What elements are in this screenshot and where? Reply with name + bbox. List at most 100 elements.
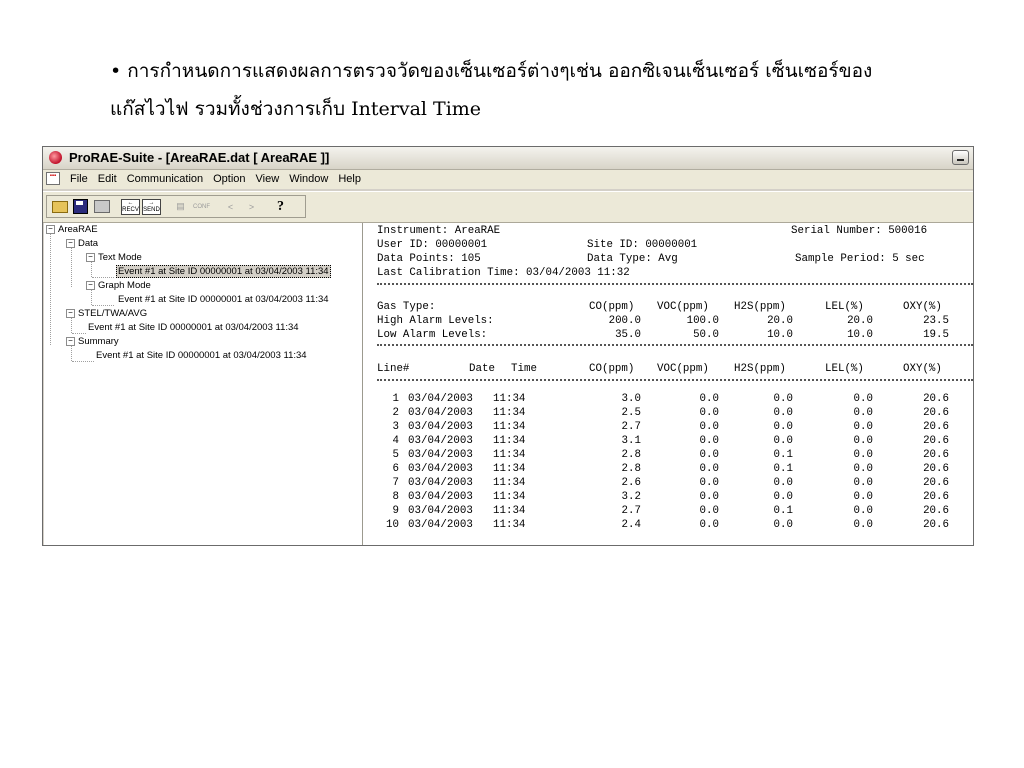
cell-lel: 0.0 — [853, 449, 873, 461]
cell-h2s: 0.0 — [773, 519, 793, 531]
cell-h2s: 0.0 — [773, 435, 793, 447]
minimize-button[interactable] — [952, 150, 969, 165]
collapse-icon[interactable]: − — [86, 280, 95, 290]
tree-node-text-mode-event[interactable]: Event #1 at Site ID 00000001 at 03/04/20… — [116, 265, 331, 278]
gas-header-oxy: OXY(%) — [903, 301, 942, 313]
cell-h2s: 0.0 — [773, 491, 793, 503]
cell-line: 3 — [392, 421, 399, 433]
toolbar: ← RECV → SEND ▤ CONF < > ? — [43, 191, 973, 223]
tree-node-stel-event[interactable]: Event #1 at Site ID 00000001 at 03/04/20… — [88, 322, 299, 334]
next-button[interactable]: > — [242, 198, 261, 216]
cell-date: 03/04/2003 — [408, 505, 473, 517]
menu-help[interactable]: Help — [333, 173, 366, 185]
cell-h2s: 0.0 — [773, 421, 793, 433]
gas-header-co: CO(ppm) — [589, 301, 635, 313]
menu-file[interactable]: File — [65, 173, 93, 185]
cell-lel: 0.0 — [853, 421, 873, 433]
cell-lel: 0.0 — [853, 477, 873, 489]
serial-number-label: Serial Number: 500016 — [791, 225, 928, 237]
cell-date: 03/04/2003 — [408, 407, 473, 419]
high-alarm-lel: 20.0 — [847, 315, 873, 327]
config-icon: CONF — [193, 203, 210, 210]
help-question-icon: ? — [277, 198, 284, 214]
cell-line: 2 — [392, 407, 399, 419]
tree-node-data[interactable]: − Data — [66, 238, 98, 250]
open-folder-icon — [51, 200, 68, 213]
send-button[interactable]: → SEND — [142, 198, 161, 216]
low-alarm-lel: 10.0 — [847, 329, 873, 341]
cell-oxy: 20.6 — [923, 477, 949, 489]
cell-oxy: 20.6 — [923, 449, 949, 461]
cell-time: 11:34 — [493, 463, 526, 475]
save-button[interactable] — [71, 198, 90, 216]
tree-node-stel[interactable]: − STEL/TWA/AVG — [66, 308, 147, 320]
help-button[interactable]: ? — [271, 198, 290, 216]
tree-node-graph-mode[interactable]: − Graph Mode — [86, 280, 151, 292]
cell-h2s: 0.1 — [773, 463, 793, 475]
cell-voc: 0.0 — [699, 477, 719, 489]
cell-lel: 0.0 — [853, 491, 873, 503]
high-alarm-co: 200.0 — [608, 315, 641, 327]
tree-node-text-mode[interactable]: − Text Mode — [86, 252, 142, 264]
column-oxy: OXY(%) — [903, 363, 942, 375]
cell-date: 03/04/2003 — [408, 463, 473, 475]
cell-oxy: 20.6 — [923, 463, 949, 475]
document-icon[interactable]: ▪▪▪ — [46, 172, 60, 185]
menu-window[interactable]: Window — [284, 173, 333, 185]
low-alarm-oxy: 19.5 — [923, 329, 949, 341]
cell-co: 2.5 — [621, 407, 641, 419]
collapse-icon[interactable]: − — [66, 308, 75, 318]
app-window: ProRAE-Suite - [AreaRAE.dat [ AreaRAE ]]… — [42, 146, 974, 546]
config-button[interactable]: CONF — [192, 198, 211, 216]
collapse-icon[interactable]: − — [86, 252, 95, 262]
cell-oxy: 20.6 — [923, 421, 949, 433]
tree-node-summary-event[interactable]: Event #1 at Site ID 00000001 at 03/04/20… — [96, 350, 307, 362]
tree-node-graph-mode-event[interactable]: Event #1 at Site ID 00000001 at 03/04/20… — [118, 294, 329, 306]
data-points-label: Data Points: 105 — [377, 253, 481, 265]
cell-voc: 0.0 — [699, 491, 719, 503]
low-alarm-voc: 50.0 — [693, 329, 719, 341]
cell-line: 1 — [392, 393, 399, 405]
column-line: Line# — [377, 363, 410, 375]
cell-date: 03/04/2003 — [408, 477, 473, 489]
cell-co: 2.8 — [621, 463, 641, 475]
menu-communication[interactable]: Communication — [122, 173, 208, 185]
cell-h2s: 0.0 — [773, 407, 793, 419]
cell-oxy: 20.6 — [923, 519, 949, 531]
high-alarm-label: High Alarm Levels: — [377, 315, 494, 327]
title-bar[interactable]: ProRAE-Suite - [AreaRAE.dat [ AreaRAE ]] — [43, 147, 973, 170]
collapse-icon[interactable]: − — [46, 224, 55, 234]
open-button[interactable] — [50, 198, 69, 216]
cell-co: 3.2 — [621, 491, 641, 503]
gas-type-label: Gas Type: — [377, 301, 436, 313]
collapse-icon[interactable]: − — [66, 238, 75, 248]
column-h2s: H2S(ppm) — [734, 363, 786, 375]
cell-time: 11:34 — [493, 491, 526, 503]
tree-node-arearae[interactable]: − AreaRAE — [46, 224, 98, 236]
cell-voc: 0.0 — [699, 407, 719, 419]
site-id-label: Site ID: 00000001 — [587, 239, 698, 251]
print-button[interactable] — [92, 198, 111, 216]
tree-view: − AreaRAE − Data − Text Mode Event #1 at Si… — [44, 223, 363, 545]
copy-button[interactable]: ▤ — [171, 198, 190, 216]
cell-time: 11:34 — [493, 421, 526, 433]
gas-header-voc: VOC(ppm) — [657, 301, 709, 313]
cell-co: 2.7 — [621, 421, 641, 433]
cell-date: 03/04/2003 — [408, 491, 473, 503]
cell-co: 2.4 — [621, 519, 641, 531]
user-id-label: User ID: 00000001 — [377, 239, 488, 251]
cell-time: 11:34 — [493, 435, 526, 447]
collapse-icon[interactable]: − — [66, 336, 75, 346]
cell-line: 6 — [392, 463, 399, 475]
cell-voc: 0.0 — [699, 519, 719, 531]
menu-view[interactable]: View — [251, 173, 285, 185]
instrument-label: Instrument: AreaRAE — [377, 225, 501, 237]
previous-button[interactable]: < — [221, 198, 240, 216]
menu-edit[interactable]: Edit — [93, 173, 122, 185]
receive-button[interactable]: ← RECV — [121, 198, 140, 216]
data-type-label: Data Type: Avg — [587, 253, 678, 265]
menu-option[interactable]: Option — [208, 173, 250, 185]
column-lel: LEL(%) — [825, 363, 864, 375]
tree-node-summary[interactable]: − Summary — [66, 336, 119, 348]
slide-caption: • การกำหนดการแสดงผลการตรวจวัดของเซ็นเซอร… — [110, 52, 990, 128]
